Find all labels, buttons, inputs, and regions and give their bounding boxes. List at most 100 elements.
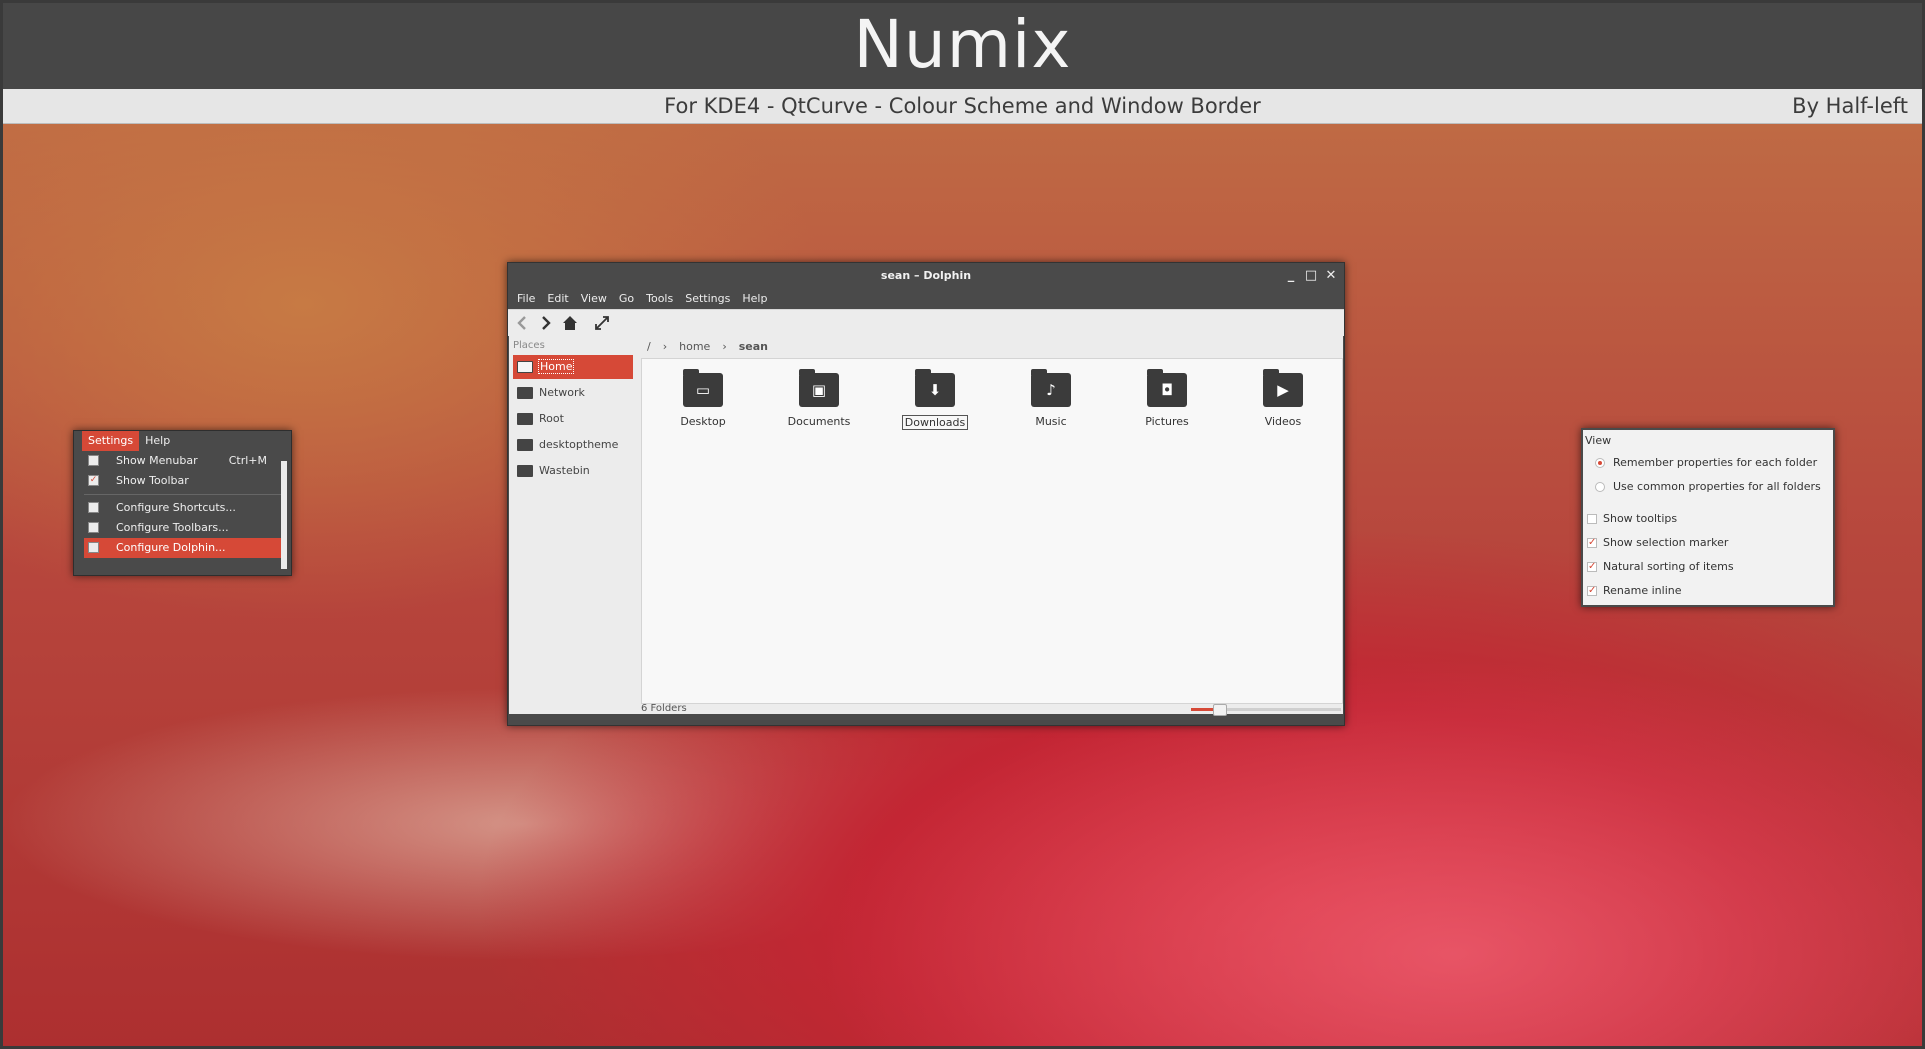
folder-desktop[interactable]: ▭ Desktop <box>658 369 748 428</box>
dolphin-window: sean – Dolphin _ □ ✕ File Edit View Go Tools… <box>507 262 1345 726</box>
checkbox-checked-icon: ✓ <box>88 475 99 486</box>
place-wastebin[interactable]: Wastebin <box>513 459 633 483</box>
crumb-sean[interactable]: sean <box>739 340 768 353</box>
crumb-separator-icon: › <box>722 340 727 353</box>
close-icon[interactable]: ✕ <box>1322 263 1340 289</box>
menubar-icon <box>88 455 99 466</box>
toolbars-icon <box>88 522 99 533</box>
menu-go[interactable]: Go <box>613 289 640 309</box>
banner: Numix <box>3 3 1922 89</box>
place-root[interactable]: Root <box>513 407 633 431</box>
view-settings-panel: View Remember properties for each folder… <box>1581 428 1835 607</box>
drive-icon <box>517 413 533 425</box>
breadcrumb: / › home › sean <box>641 336 774 358</box>
radio-label: Remember properties for each folder <box>1613 456 1818 469</box>
radio-selected-icon <box>1595 458 1605 468</box>
videos-folder-icon: ▶ <box>1263 369 1303 407</box>
menu-item-label: Show Toolbar <box>116 474 189 487</box>
toolbar <box>508 309 1344 336</box>
check-selection-marker[interactable]: ✓ Show selection marker <box>1583 531 1833 555</box>
place-desktoptheme[interactable]: desktoptheme <box>513 433 633 457</box>
menu-help[interactable]: Help <box>736 289 773 309</box>
dolphin-config-icon <box>88 542 99 553</box>
desktop-folder-icon: ▭ <box>683 369 723 407</box>
window-titlebar[interactable]: sean – Dolphin _ □ ✕ <box>508 263 1344 289</box>
zoom-fill <box>1191 708 1215 711</box>
banner-title: Numix <box>853 6 1072 83</box>
forward-icon[interactable] <box>536 313 556 333</box>
menu-file[interactable]: File <box>511 289 541 309</box>
configure-dolphin-item[interactable]: Configure Dolphin... <box>84 538 281 558</box>
home-icon[interactable] <box>560 313 580 333</box>
place-label: Home <box>537 359 575 374</box>
show-menubar-item[interactable]: Show Menubar Ctrl+M <box>84 451 281 471</box>
radio-unselected-icon <box>1595 482 1605 492</box>
crumb-root[interactable]: / <box>647 340 651 353</box>
folder-label: Desktop <box>680 415 726 428</box>
radio-remember-properties[interactable]: Remember properties for each folder <box>1583 451 1833 475</box>
documents-folder-icon: ▣ <box>799 369 839 407</box>
back-icon[interactable] <box>512 313 532 333</box>
configure-shortcuts-item[interactable]: Configure Shortcuts... <box>84 498 281 518</box>
places-panel: Places Home Network Root desktoptheme Wa… <box>509 336 637 714</box>
menu-help[interactable]: Help <box>139 431 176 451</box>
checkbox-label: Natural sorting of items <box>1603 560 1734 573</box>
zoom-handle[interactable] <box>1213 704 1227 716</box>
file-view[interactable]: ▭ Desktop ▣ Documents ⬇ Downloads ♪ Music ◘ P… <box>641 358 1343 704</box>
statusbar: 6 Folders <box>641 702 1341 716</box>
menubar: File Edit View Go Tools Settings Help <box>508 289 1344 309</box>
downloads-folder-icon: ⬇ <box>915 369 955 407</box>
settings-menu-window: Settings Help Show Menubar Ctrl+M ✓ Show To… <box>73 430 292 576</box>
folder-label: Videos <box>1264 415 1302 428</box>
subtitle-bar: For KDE4 - QtCurve - Colour Scheme and W… <box>3 89 1922 124</box>
check-natural-sorting[interactable]: ✓ Natural sorting of items <box>1583 555 1833 579</box>
checkbox-label: Show tooltips <box>1603 512 1678 525</box>
maximize-icon[interactable]: □ <box>1302 263 1320 289</box>
dolphin-body: Places Home Network Root desktoptheme Wa… <box>509 336 1343 716</box>
checkbox-label: Rename inline <box>1603 584 1682 597</box>
menu-item-label: Configure Dolphin... <box>116 541 226 554</box>
shortcut-label: Ctrl+M <box>228 454 267 467</box>
crumb-home[interactable]: home <box>679 340 710 353</box>
menu-settings[interactable]: Settings <box>82 431 140 451</box>
place-label: desktoptheme <box>539 438 619 451</box>
trash-icon <box>517 465 533 477</box>
folder-music[interactable]: ♪ Music <box>1006 369 1096 428</box>
checkbox-label: Show selection marker <box>1603 536 1729 549</box>
crumb-separator-icon: › <box>662 340 668 353</box>
check-show-tooltips[interactable]: Show tooltips <box>1583 507 1833 531</box>
menu-tools[interactable]: Tools <box>640 289 679 309</box>
checkbox-unchecked-icon <box>1587 514 1597 524</box>
folder-downloads[interactable]: ⬇ Downloads <box>890 369 980 430</box>
scrollbar[interactable] <box>281 461 287 569</box>
folder-icon <box>517 439 533 451</box>
place-network[interactable]: Network <box>513 381 633 405</box>
folder-videos[interactable]: ▶ Videos <box>1238 369 1328 428</box>
folder-documents[interactable]: ▣ Documents <box>774 369 864 428</box>
folder-label: Downloads <box>901 415 969 430</box>
folder-pictures[interactable]: ◘ Pictures <box>1122 369 1212 428</box>
zoom-slider[interactable] <box>1191 704 1341 716</box>
configure-toolbars-item[interactable]: Configure Toolbars... <box>84 518 281 538</box>
pictures-folder-icon: ◘ <box>1147 369 1187 407</box>
checkbox-checked-icon: ✓ <box>1587 537 1597 548</box>
window-title: sean – Dolphin <box>880 269 972 282</box>
mini-menubar: Settings Help <box>74 431 291 451</box>
place-home[interactable]: Home <box>513 355 633 379</box>
status-text: 6 Folders <box>641 703 687 714</box>
show-toolbar-item[interactable]: ✓ Show Toolbar <box>84 471 281 491</box>
menu-edit[interactable]: Edit <box>541 289 574 309</box>
shortcuts-icon <box>88 502 99 513</box>
menu-item-label: Configure Toolbars... <box>116 521 229 534</box>
minimize-icon[interactable]: _ <box>1282 263 1300 289</box>
radio-common-properties[interactable]: Use common properties for all folders <box>1583 475 1833 499</box>
check-rename-inline[interactable]: ✓ Rename inline <box>1583 579 1833 603</box>
menu-view[interactable]: View <box>575 289 613 309</box>
banner-author: By Half-left <box>1792 94 1908 118</box>
menu-settings[interactable]: Settings <box>679 289 736 309</box>
place-label: Root <box>539 412 564 425</box>
menu-separator <box>84 494 281 495</box>
menu-item-label: Show Menubar <box>116 454 198 467</box>
fullscreen-icon[interactable] <box>592 313 612 333</box>
music-folder-icon: ♪ <box>1031 369 1071 407</box>
